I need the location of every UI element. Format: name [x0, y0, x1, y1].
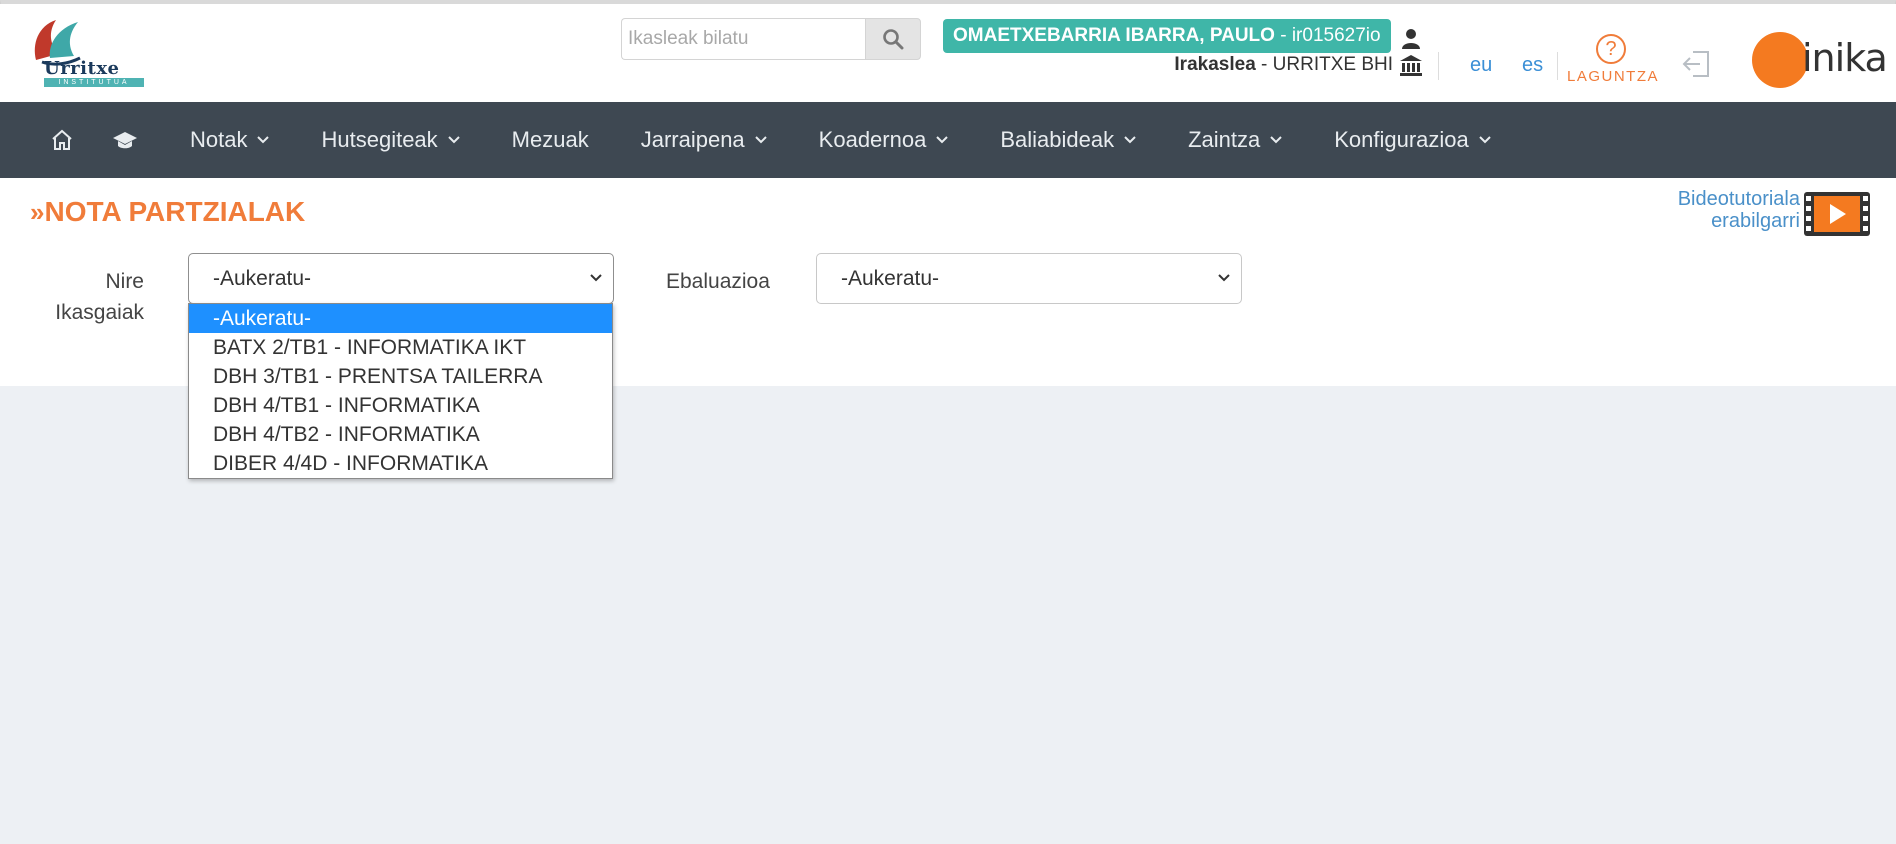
- chevron-down-icon: [754, 136, 767, 144]
- chevron-down-icon: [447, 136, 460, 144]
- search-icon: [883, 29, 904, 50]
- nav-zaintza-label: Zaintza: [1188, 127, 1261, 152]
- language-es[interactable]: es: [1522, 54, 1543, 77]
- nav-students[interactable]: [92, 102, 164, 178]
- nav-konfigurazioa[interactable]: Konfigurazioa: [1308, 102, 1517, 178]
- help-label: LAGUNTZA: [1567, 68, 1660, 85]
- subjects-option[interactable]: -Aukeratu-: [189, 304, 612, 333]
- nav-koadernoa[interactable]: Koadernoa: [793, 102, 975, 178]
- nav-jarraipena-label: Jarraipena: [640, 127, 745, 152]
- inika-logo-text: inika: [1802, 36, 1888, 80]
- role-title: Irakaslea: [1174, 54, 1256, 75]
- nav-baliabideak[interactable]: Baliabideak: [974, 102, 1162, 178]
- main-navbar: Notak Hutsegiteak Mezuak Jarraipena Koad…: [0, 102, 1896, 178]
- nav-notak[interactable]: Notak: [164, 102, 295, 178]
- inika-logo[interactable]: inika: [1752, 32, 1888, 90]
- subjects-select-value: -Aukeratu-: [213, 267, 312, 290]
- video-tutorial-icon[interactable]: [1804, 192, 1870, 236]
- video-link-line1: Bideotutoriala: [1677, 188, 1800, 210]
- subjects-select[interactable]: -Aukeratu-: [188, 253, 614, 304]
- user-icon[interactable]: [1401, 28, 1421, 50]
- subjects-option[interactable]: DIBER 4/4D - INFORMATIKA: [189, 449, 612, 478]
- evaluation-label: Ebaluazioa: [666, 270, 770, 293]
- chevron-down-icon: [1218, 274, 1230, 282]
- inika-logo-dot: [1752, 32, 1808, 88]
- nav-home[interactable]: [50, 102, 92, 178]
- chevron-down-icon: [1124, 136, 1136, 144]
- nav-notak-label: Notak: [190, 127, 248, 152]
- page-title-text: NOTA PARTZIALAK: [44, 196, 306, 227]
- graduation-cap-icon: [113, 132, 137, 149]
- nav-mezuak-label: Mezuak: [511, 127, 589, 152]
- video-link-line2: erabilgarri: [1711, 210, 1800, 232]
- chevron-down-icon: [257, 136, 270, 144]
- user-badge[interactable]: OMAETXEBARRIA IBARRA, PAULO - ir015627io: [943, 19, 1391, 53]
- subjects-option[interactable]: DBH 3/TB1 - PRENTSA TAILERRA: [189, 362, 612, 391]
- role-line: Irakaslea - URRITXE BHI: [1174, 54, 1393, 76]
- user-id: - ir015627io: [1274, 25, 1381, 46]
- nav-hutsegiteak-label: Hutsegiteak: [321, 127, 438, 152]
- user-name: OMAETXEBARRIA IBARRA, PAULO: [953, 25, 1275, 46]
- subjects-label-line1: Nire: [105, 270, 144, 293]
- evaluation-select[interactable]: -Aukeratu-: [816, 253, 1242, 304]
- logout-icon[interactable]: [1681, 48, 1713, 80]
- help-button[interactable]: ? LAGUNTZA: [1567, 34, 1660, 85]
- evaluation-select-value: -Aukeratu-: [841, 267, 940, 290]
- subjects-label: Nire Ikasgaiak: [40, 266, 144, 328]
- divider: [1557, 52, 1558, 80]
- language-eu[interactable]: eu: [1470, 54, 1492, 77]
- subjects-option[interactable]: BATX 2/TB1 - INFORMATIKA IKT: [189, 333, 612, 362]
- header: Urritxe INSTITUTUA OMAETXEBARRIA IBARRA,…: [0, 4, 1896, 102]
- nav-hutsegiteak[interactable]: Hutsegiteak: [295, 102, 485, 178]
- video-tutorial-link[interactable]: Bideotutoriala erabilgarri: [1640, 188, 1800, 232]
- divider: [1438, 52, 1439, 80]
- chevron-down-icon: [936, 136, 949, 144]
- page-title: »NOTA PARTZIALAK: [30, 196, 305, 228]
- student-search: [621, 18, 921, 60]
- home-icon: [52, 129, 72, 150]
- nav-mezuak[interactable]: Mezuak: [486, 102, 615, 178]
- school-logo-subtitle: INSTITUTUA: [44, 78, 144, 87]
- nav-zaintza[interactable]: Zaintza: [1162, 102, 1308, 178]
- nav-konfigurazioa-label: Konfigurazioa: [1334, 127, 1469, 152]
- subjects-dropdown-list: -Aukeratu- BATX 2/TB1 - INFORMATIKA IKT …: [188, 303, 613, 479]
- subjects-label-line2: Ikasgaiak: [55, 301, 144, 324]
- chevron-down-icon: [1479, 136, 1491, 144]
- subjects-option[interactable]: DBH 4/TB1 - INFORMATIKA: [189, 391, 612, 420]
- school-building-icon[interactable]: [1399, 54, 1423, 76]
- nav-koadernoa-label: Koadernoa: [818, 127, 927, 152]
- chevron-down-icon: [1270, 136, 1282, 144]
- nav-jarraipena[interactable]: Jarraipena: [615, 102, 793, 178]
- chevron-down-icon: [590, 274, 602, 282]
- nav-baliabideak-label: Baliabideak: [1000, 127, 1115, 152]
- subjects-option[interactable]: DBH 4/TB2 - INFORMATIKA: [189, 420, 612, 449]
- school-logo-text: Urritxe: [44, 58, 120, 79]
- search-input[interactable]: [621, 18, 865, 60]
- help-icon: ?: [1596, 34, 1626, 64]
- school-name: - URRITXE BHI: [1255, 54, 1393, 75]
- title-prefix: »: [30, 197, 45, 227]
- search-button[interactable]: [865, 18, 921, 60]
